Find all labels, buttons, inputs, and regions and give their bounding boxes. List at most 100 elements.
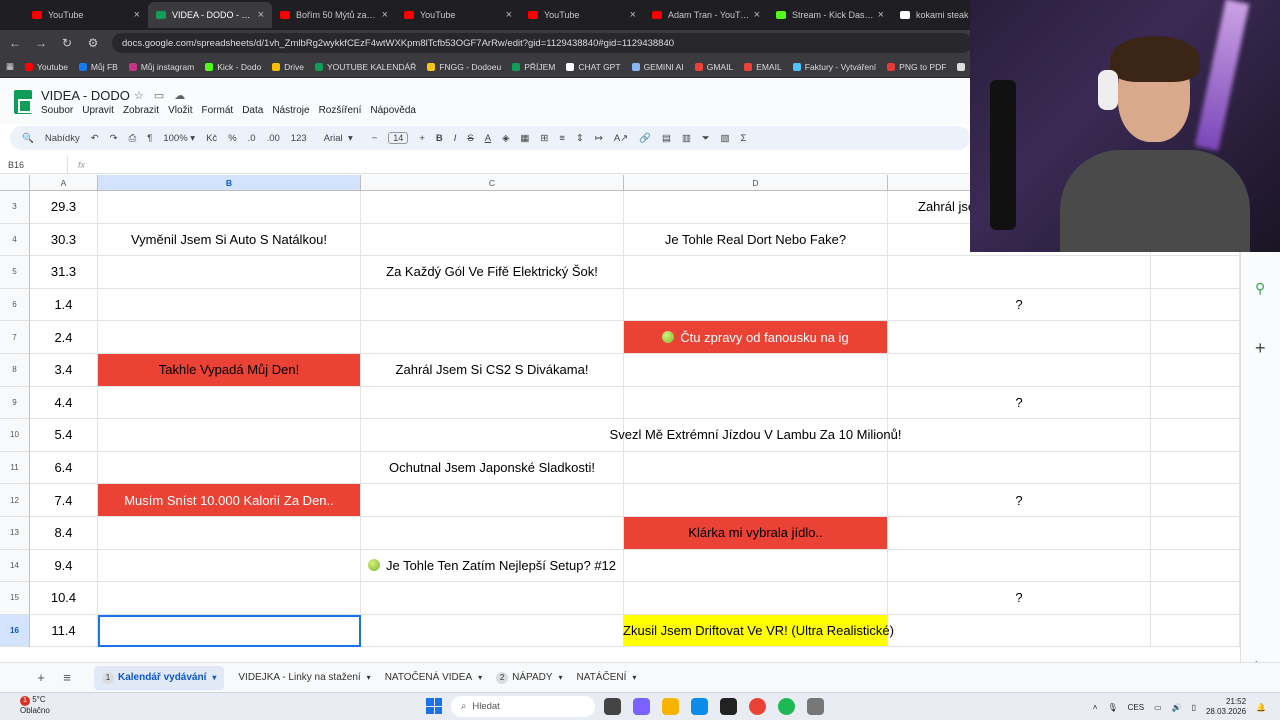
bookmark-item[interactable]: Můj FB	[78, 62, 118, 72]
browser-tab[interactable]: VIDEA - DODO - Tab ×	[148, 2, 272, 28]
cell-a[interactable]: 30.3	[30, 223, 98, 257]
cell-f[interactable]	[1151, 451, 1240, 485]
cell-f[interactable]	[1151, 321, 1240, 354]
cell-d[interactable]	[624, 288, 888, 322]
cell-e[interactable]: ?	[888, 386, 1151, 420]
cell-c[interactable]: Zahrál Jsem Si CS2 S Divákama!	[361, 354, 624, 387]
column-header[interactable]: A	[30, 175, 98, 191]
undo-icon[interactable]: ↶	[91, 133, 99, 144]
column-header[interactable]: D	[624, 175, 888, 191]
browser-tab[interactable]: YouTube ×	[396, 2, 520, 28]
cloud-status-icon[interactable]: ☁	[174, 89, 185, 102]
cell-f[interactable]	[1151, 517, 1240, 550]
cell-d[interactable]: Zkusil Jsem Driftovat Ve VR! (Ultra Real…	[623, 614, 894, 648]
font-size-decrease-icon[interactable]: −	[372, 133, 378, 144]
sheet-tab[interactable]: NATOČENÁ VIDEA ▾	[385, 672, 482, 683]
cell-d[interactable]	[624, 484, 888, 517]
align-horizontal-icon[interactable]: ≡	[559, 133, 565, 144]
cell-a[interactable]: 7.4	[30, 484, 98, 517]
cell-d[interactable]: Je Tohle Real Dort Nebo Fake?	[624, 223, 888, 257]
menu-item[interactable]: Vložit	[168, 105, 192, 116]
browser-tab[interactable]: Stream - Kick Dashb ×	[768, 2, 892, 28]
row-header[interactable]: 3	[0, 191, 30, 224]
filter-views-icon[interactable]: ▧	[721, 133, 730, 144]
bold-icon[interactable]: B	[436, 133, 443, 144]
italic-icon[interactable]: I	[454, 133, 457, 144]
url-input[interactable]: docs.google.com/spreadsheets/d/1vh_ZmlbR…	[112, 33, 972, 53]
weather-widget[interactable]: 1 5°C Oblačno	[20, 695, 50, 716]
row-header[interactable]: 9	[0, 386, 30, 420]
filter-icon[interactable]: ⏷	[702, 133, 710, 144]
cell-e[interactable]: ?	[888, 582, 1151, 615]
menu-search-icon[interactable]: 🔍	[22, 133, 34, 144]
cell-f[interactable]	[1151, 549, 1240, 583]
bookmark-item[interactable]: CHAT GPT	[566, 62, 621, 72]
cell-e[interactable]	[888, 354, 1151, 387]
battery-icon[interactable]: ▯	[1192, 703, 1196, 712]
cell-a[interactable]: 3.4	[30, 354, 98, 387]
strikethrough-icon[interactable]: S	[467, 133, 473, 144]
font-size-increase-icon[interactable]: +	[419, 133, 425, 144]
tray-chevron-icon[interactable]: ˄	[1093, 703, 1098, 712]
cell-d[interactable]	[624, 386, 888, 420]
cell-a[interactable]: 2.4	[30, 321, 98, 354]
browser-tab[interactable]: Bořím 50 Mýtů za 24 ×	[272, 2, 396, 28]
site-info-icon[interactable]: ⚙	[82, 36, 104, 50]
cell-f[interactable]	[1151, 484, 1240, 517]
cell-d[interactable]	[624, 256, 888, 289]
forward-icon[interactable]: →	[30, 36, 52, 50]
cell-c[interactable]: Ochutnal Jsem Japonské Sladkosti!	[361, 451, 624, 485]
cell-e[interactable]	[888, 549, 1151, 583]
menu-item[interactable]: Zobrazit	[123, 105, 159, 116]
fill-color-icon[interactable]: ◈	[502, 133, 509, 144]
tab-close-icon[interactable]: ×	[258, 9, 264, 21]
cell-a[interactable]: 9.4	[30, 549, 98, 583]
cell-e[interactable]	[888, 451, 1151, 485]
redo-icon[interactable]: ↷	[110, 133, 118, 144]
menu-search-input[interactable]: Nabídky	[45, 133, 80, 144]
reload-icon[interactable]: ↻	[56, 36, 78, 50]
menu-item[interactable]: Upravit	[82, 105, 114, 116]
bookmark-item[interactable]: GMAIL	[694, 62, 733, 72]
task-view-icon[interactable]	[604, 698, 621, 715]
sheet-tab-dropdown-icon[interactable]: ▾	[478, 673, 482, 682]
volume-icon[interactable]: 🔊	[1172, 703, 1182, 712]
font-size-input[interactable]: 14	[388, 132, 409, 144]
row-header[interactable]: 15	[0, 582, 30, 615]
cell-a[interactable]: 4.4	[30, 386, 98, 420]
bookmark-item[interactable]: Youtube	[25, 62, 68, 72]
cell-d[interactable]	[624, 354, 888, 387]
text-wrap-icon[interactable]: ↦	[595, 133, 603, 144]
cell-a[interactable]: 6.4	[30, 451, 98, 485]
browser-tab[interactable]: Adam Tran - YouTub ×	[644, 2, 768, 28]
cell-b[interactable]	[98, 451, 361, 485]
tab-close-icon[interactable]: ×	[382, 9, 388, 21]
percent-format-button[interactable]: %	[228, 133, 236, 144]
insert-comment-icon[interactable]: ▤	[662, 133, 671, 144]
cell-c[interactable]	[361, 419, 624, 452]
cell-c[interactable]	[361, 517, 624, 550]
bookmark-item[interactable]: Faktury - Vytváření	[792, 62, 876, 72]
mic-icon[interactable]: 🎙	[1107, 703, 1117, 712]
menu-item[interactable]: Data	[242, 105, 263, 116]
bookmark-item[interactable]: Můj instagram	[128, 62, 194, 72]
row-header[interactable]: 6	[0, 288, 30, 322]
cell-e[interactable]	[888, 614, 1151, 648]
document-title[interactable]: VIDEA - DODO	[41, 88, 130, 103]
cell-b[interactable]	[98, 288, 361, 322]
bookmark-item[interactable]: YOUTUBE KALENDÁŘ	[315, 62, 416, 72]
cell-d[interactable]	[624, 582, 888, 615]
increase-decimal-button[interactable]: .00	[267, 133, 280, 144]
cell-c[interactable]	[361, 223, 624, 257]
file-explorer-icon[interactable]	[662, 698, 679, 715]
cell-f[interactable]	[1151, 386, 1240, 420]
cell-d[interactable]	[624, 549, 888, 583]
add-sheet-icon[interactable]: +	[28, 670, 54, 685]
menu-item[interactable]: Nástroje	[272, 105, 309, 116]
sheet-tab-dropdown-icon[interactable]: ▾	[367, 673, 371, 682]
spotify-icon[interactable]	[778, 698, 795, 715]
apps-icon[interactable]: ▦	[6, 61, 14, 72]
row-header[interactable]: 8	[0, 354, 30, 387]
column-header[interactable]: C	[361, 175, 624, 191]
insert-link-icon[interactable]: 🔗	[639, 133, 651, 144]
